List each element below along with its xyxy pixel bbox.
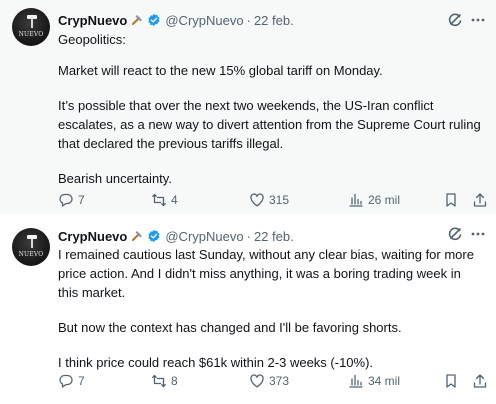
repost-icon <box>152 374 166 388</box>
tweet[interactable]: NUEVO CrypNuevo @CrypNuevo · 22 feb. Geo… <box>0 0 496 214</box>
views-button[interactable]: 34 mil <box>348 371 400 391</box>
tweet-header: CrypNuevo @CrypNuevo · 22 feb. <box>58 10 294 30</box>
avatar[interactable]: NUEVO <box>12 228 50 266</box>
more-icon[interactable] <box>470 12 486 28</box>
tweet-paragraph: I remained cautious last Sunday, without… <box>58 247 474 300</box>
views-count: 26 mil <box>368 193 401 207</box>
repost-button[interactable]: 8 <box>151 371 178 391</box>
tweet-paragraph: I think price could reach $61k within 2-… <box>58 355 374 370</box>
tweet-paragraph: Geopolitics: <box>58 32 126 47</box>
tweet-date[interactable]: 22 feb. <box>254 13 294 28</box>
tweet-paragraph: It’s possible that over the next two wee… <box>58 98 481 151</box>
tweet-paragraph: Market will react to the new 15% global … <box>58 63 383 78</box>
bookmark-icon <box>446 374 456 388</box>
tweet-paragraph: But now the context has changed and I'll… <box>58 320 402 335</box>
tweet-text: I remained cautious last Sunday, without… <box>58 245 484 372</box>
reply-button[interactable]: 7 <box>58 371 85 391</box>
more-icon[interactable] <box>470 226 486 242</box>
reply-count: 7 <box>78 193 85 207</box>
reply-icon <box>59 193 73 207</box>
hammer-logo-icon <box>27 15 37 28</box>
views-count: 34 mil <box>368 374 401 388</box>
repost-icon <box>152 193 166 207</box>
share-icon <box>473 193 487 207</box>
share-button[interactable] <box>472 190 488 210</box>
tweet-header: CrypNuevo @CrypNuevo · 22 feb. <box>58 226 294 246</box>
author-name[interactable]: CrypNuevo <box>58 13 127 28</box>
tweet-feed: NUEVO CrypNuevo @CrypNuevo · 22 feb. Geo… <box>0 0 496 404</box>
views-icon <box>349 374 363 388</box>
bookmark-button[interactable] <box>443 371 459 391</box>
views-icon <box>349 193 363 207</box>
hammer-logo-icon <box>27 235 37 248</box>
repost-count: 8 <box>171 374 178 388</box>
author-handle[interactable]: @CrypNuevo <box>165 13 243 28</box>
tweet-actions: 7 8 373 34 mil <box>58 371 492 391</box>
like-button[interactable]: 373 <box>249 371 289 391</box>
tweet-text: Geopolitics: Market will react to the ne… <box>58 30 484 188</box>
hammer-emoji-icon <box>132 15 143 25</box>
avatar[interactable]: NUEVO <box>12 8 50 46</box>
reply-icon <box>59 374 73 388</box>
avatar-text: NUEVO <box>18 251 44 258</box>
author-name[interactable]: CrypNuevo <box>58 229 127 244</box>
reply-count: 7 <box>78 374 85 388</box>
reply-button[interactable]: 7 <box>58 190 85 210</box>
grok-icon[interactable] <box>447 12 463 28</box>
avatar-text: NUEVO <box>18 31 44 38</box>
author-handle[interactable]: @CrypNuevo <box>165 229 243 244</box>
repost-button[interactable]: 4 <box>151 190 178 210</box>
repost-count: 4 <box>171 193 178 207</box>
tweet-date[interactable]: 22 feb. <box>254 229 294 244</box>
tweet[interactable]: NUEVO CrypNuevo @CrypNuevo · 22 feb. I r… <box>0 214 496 404</box>
share-button[interactable] <box>472 371 488 391</box>
like-count: 373 <box>269 374 290 388</box>
verified-badge-icon <box>148 13 160 27</box>
verified-badge-icon <box>148 229 160 243</box>
like-icon <box>250 193 264 207</box>
grok-icon[interactable] <box>447 226 463 242</box>
tweet-actions: 7 4 315 26 mil <box>58 190 492 210</box>
like-count: 315 <box>269 193 290 207</box>
bookmark-button[interactable] <box>443 190 459 210</box>
hammer-emoji-icon <box>132 231 143 241</box>
separator-dot: · <box>246 228 251 244</box>
like-icon <box>250 374 264 388</box>
views-button[interactable]: 26 mil <box>348 190 400 210</box>
bookmark-icon <box>446 193 456 207</box>
separator-dot: · <box>246 12 251 28</box>
share-icon <box>473 374 487 388</box>
like-button[interactable]: 315 <box>249 190 289 210</box>
tweet-paragraph: Bearish uncertainty. <box>58 171 172 186</box>
